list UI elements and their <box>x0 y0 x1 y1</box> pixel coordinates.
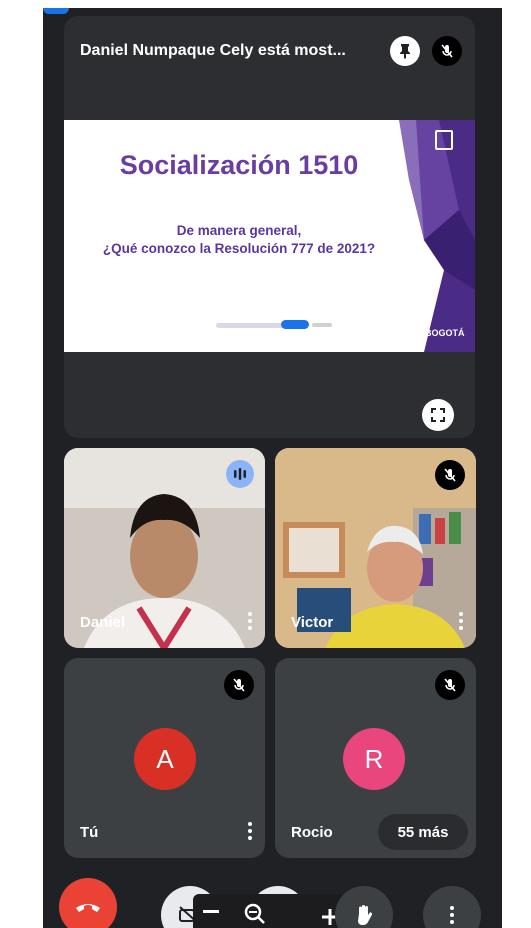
slide-subtitle: De manera general, ¿Qué conozco la Resol… <box>74 222 404 258</box>
participant-mute-status <box>435 460 465 490</box>
hang-up-icon <box>76 904 100 912</box>
participant-tile-daniel[interactable]: Daniel <box>64 448 265 648</box>
more-vert-icon <box>449 904 455 926</box>
participant-name: Tú <box>80 824 99 841</box>
avatar: A <box>134 728 196 790</box>
speaking-indicator <box>226 460 254 488</box>
corner-indicator-blue <box>43 8 69 14</box>
raise-hand-icon <box>358 905 373 925</box>
slide-logo-icon <box>435 130 453 150</box>
slide-subtitle-line1: De manera general, <box>176 223 302 238</box>
participant-tile-rocio[interactable]: R Rocio 55 más <box>275 658 476 858</box>
participant-options-button[interactable] <box>247 820 253 842</box>
mic-off-icon <box>444 678 456 692</box>
participant-options-button[interactable] <box>247 610 253 632</box>
presentation-tile[interactable]: Daniel Numpaque Cely está most... Social… <box>64 16 475 438</box>
meet-window: Daniel Numpaque Cely está most... Social… <box>43 8 502 928</box>
participant-name: Daniel <box>80 614 126 631</box>
fullscreen-icon <box>431 408 445 422</box>
pin-button[interactable] <box>390 36 420 66</box>
raise-hand-button[interactable] <box>335 886 393 928</box>
pin-icon <box>400 44 410 59</box>
mic-off-icon <box>444 468 456 482</box>
slide-brand: BOGOTÁ <box>425 328 465 338</box>
participant-tile-you[interactable]: A Tú <box>64 658 265 858</box>
end-call-button[interactable] <box>59 878 117 928</box>
fullscreen-button[interactable] <box>422 399 454 431</box>
presenter-mute-status <box>432 36 462 66</box>
participant-name: Victor <box>291 614 334 631</box>
shared-slide: Socialización 1510 De manera general, ¿Q… <box>64 120 475 352</box>
slide-subtitle-line2: ¿Qué conozco la Resolución 777 de 2021? <box>102 241 376 256</box>
audio-level-icon <box>234 468 246 480</box>
avatar: R <box>343 728 405 790</box>
zoom-reset-icon[interactable] <box>243 902 267 926</box>
participant-mute-status <box>435 670 465 700</box>
participant-name: Rocio <box>291 824 333 841</box>
participant-mute-status <box>224 670 254 700</box>
zoom-out-icon[interactable] <box>203 910 219 913</box>
mic-off-icon <box>233 678 245 692</box>
presentation-title: Daniel Numpaque Cely está most... <box>80 42 346 59</box>
more-participants-button[interactable]: 55 más <box>378 814 468 850</box>
participant-tile-victor[interactable]: Victor <box>275 448 476 648</box>
slide-heading: Socialización 1510 <box>119 150 359 180</box>
mic-off-icon <box>441 44 453 58</box>
more-options-button[interactable] <box>423 886 481 928</box>
participant-options-button[interactable] <box>458 610 464 632</box>
